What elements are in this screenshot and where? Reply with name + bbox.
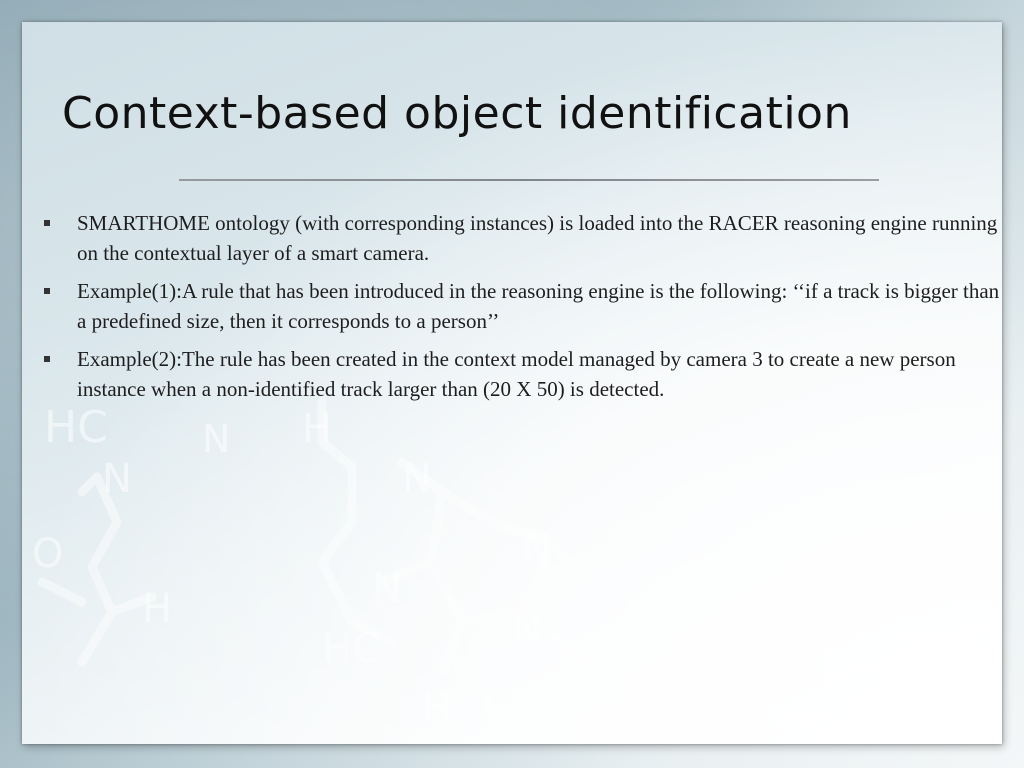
bullet-item: Example(1):A rule that has been introduc…: [42, 276, 1002, 336]
svg-text:N: N: [372, 566, 402, 612]
svg-text:N: N: [522, 526, 552, 572]
square-bullet-icon: [44, 356, 50, 362]
svg-text:N: N: [402, 456, 432, 502]
svg-text:N: N: [512, 606, 542, 652]
bullet-item: Example(2):The rule has been created in …: [42, 344, 1002, 404]
bullet-list: SMARTHOME ontology (with corresponding i…: [42, 208, 1002, 412]
bullet-item: SMARTHOME ontology (with corresponding i…: [42, 208, 1002, 268]
svg-text:H: H: [142, 586, 172, 632]
svg-text:H: H: [422, 686, 452, 732]
slide-title: Context-based object identification: [62, 88, 852, 139]
bullet-text: Example(1):A rule that has been introduc…: [77, 279, 1000, 333]
bullet-text: SMARTHOME ontology (with corresponding i…: [77, 211, 998, 265]
slide-panel: HC N O H H N N HC N N H N Context-based …: [22, 22, 1002, 744]
svg-text:O: O: [32, 531, 63, 577]
svg-text:N: N: [202, 417, 230, 461]
title-divider: [179, 179, 879, 181]
square-bullet-icon: [44, 220, 50, 226]
square-bullet-icon: [44, 288, 50, 294]
svg-text:H: H: [302, 406, 332, 452]
svg-text:HC: HC: [322, 626, 380, 672]
bullet-text: Example(2):The rule has been created in …: [77, 347, 956, 401]
svg-text:N: N: [102, 456, 132, 502]
